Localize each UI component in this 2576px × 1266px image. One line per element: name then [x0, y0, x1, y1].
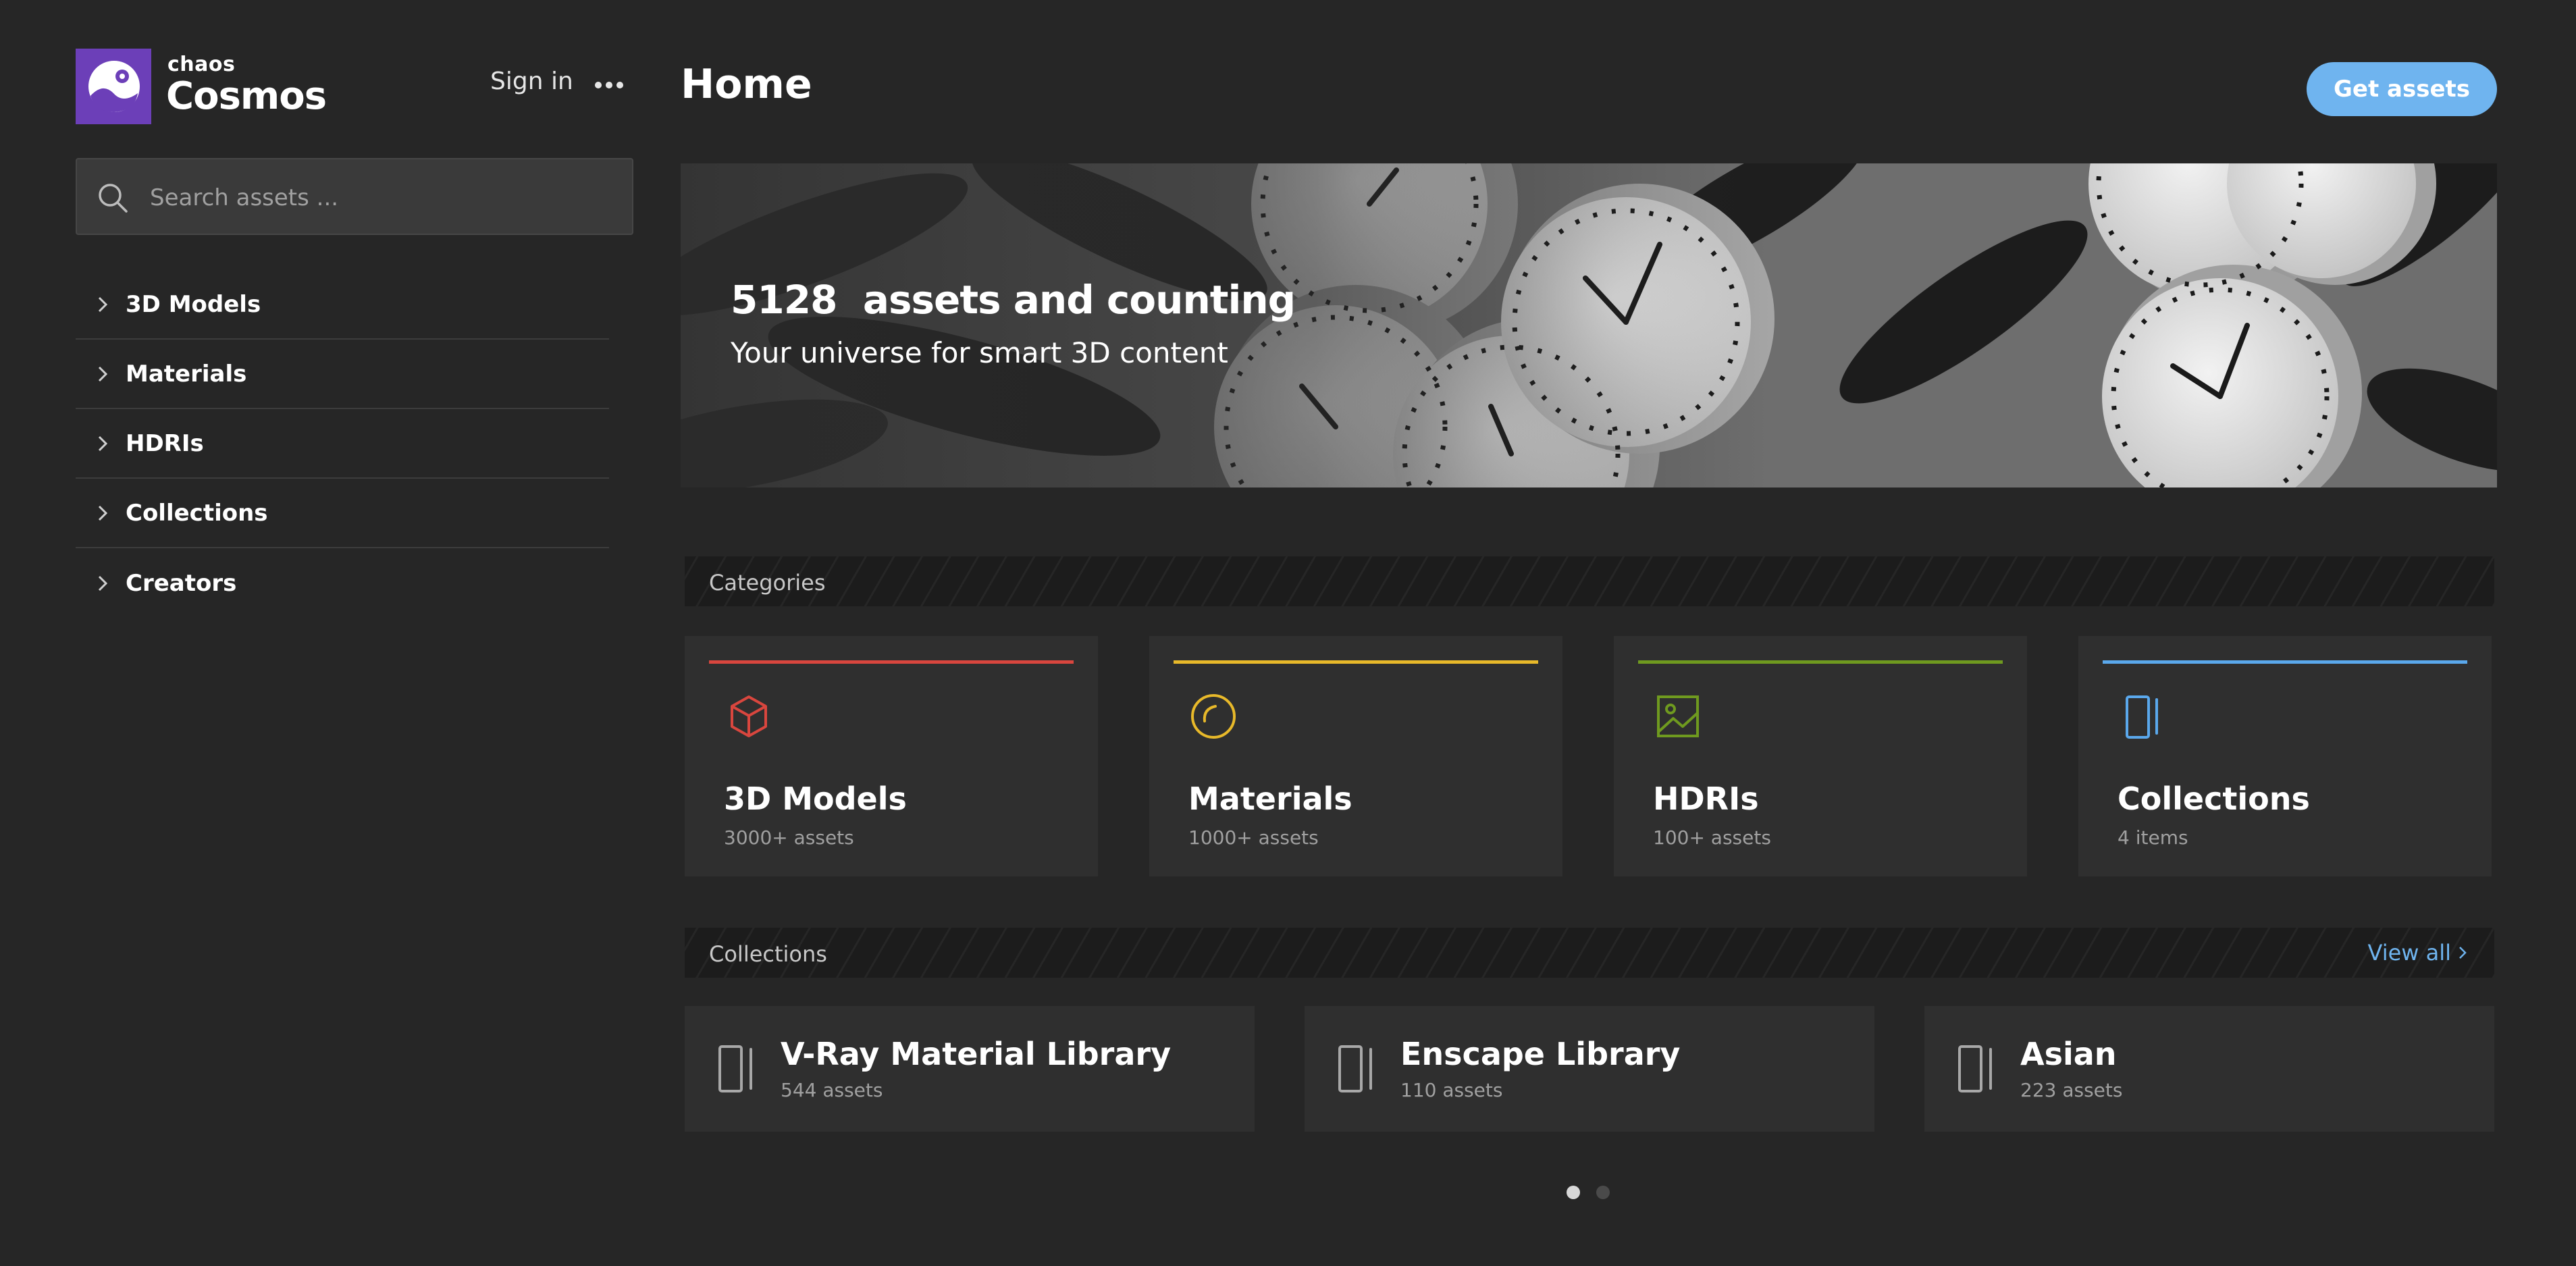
search-box: [76, 158, 633, 235]
category-title: Collections: [2118, 781, 2310, 817]
collection-title: V-Ray Material Library: [781, 1036, 1172, 1072]
sidebar-item-collections[interactable]: Collections: [76, 479, 609, 548]
collection-count: 223 assets: [2020, 1079, 2123, 1101]
collection-card-vray-material-library[interactable]: V-Ray Material Library 544 assets: [685, 1006, 1255, 1132]
pagination-dot-1[interactable]: [1567, 1186, 1580, 1199]
carousel-pagination: [1567, 1186, 1610, 1199]
chevron-right-icon: [2459, 947, 2467, 959]
more-horizontal-icon: [595, 82, 623, 88]
sidebar-item-creators[interactable]: Creators: [76, 548, 609, 618]
collections-header: Collections View all: [685, 928, 2494, 978]
collection-count: 544 assets: [781, 1079, 883, 1101]
category-title: 3D Models: [724, 781, 907, 817]
collection-card-enscape-library[interactable]: Enscape Library 110 assets: [1305, 1006, 1874, 1132]
chevron-right-icon: [98, 366, 108, 381]
category-card-3d-models[interactable]: 3D Models 3000+ assets: [685, 636, 1098, 876]
category-accent-line: [2103, 660, 2467, 664]
chevron-right-icon: [98, 296, 108, 312]
sign-in-link[interactable]: Sign in: [490, 68, 573, 95]
category-title: Materials: [1188, 781, 1352, 817]
sidebar-item-label: Materials: [126, 360, 247, 388]
collection-icon: [718, 1045, 752, 1092]
category-card-materials[interactable]: Materials 1000+ assets: [1149, 636, 1562, 876]
category-count: 4 items: [2118, 826, 2188, 849]
hero-asset-count: 5128 assets and counting: [731, 277, 1296, 323]
view-all-link[interactable]: View all: [2368, 940, 2468, 966]
chevron-right-icon: [98, 436, 108, 451]
collection-title: Enscape Library: [1400, 1036, 1681, 1072]
category-count: 3000+ assets: [724, 826, 854, 849]
sidebar-item-label: Creators: [126, 569, 237, 597]
collection-icon: [1958, 1045, 1992, 1092]
image-icon: [1657, 695, 1699, 737]
sidebar-item-label: Collections: [126, 499, 268, 527]
sidebar-item-3d-models[interactable]: 3D Models: [76, 270, 609, 340]
collection-title: Asian: [2020, 1036, 2117, 1072]
collection-icon: [2126, 695, 2158, 739]
sidebar-item-hdris[interactable]: HDRIs: [76, 409, 609, 479]
search-icon: [99, 184, 128, 213]
category-accent-line: [1174, 660, 1538, 664]
page-title: Home: [681, 61, 812, 108]
category-count: 1000+ assets: [1188, 826, 1319, 849]
category-accent-line: [709, 660, 1074, 664]
sidebar-item-materials[interactable]: Materials: [76, 340, 609, 409]
material-sphere-icon: [1191, 694, 1236, 739]
get-assets-button[interactable]: Get assets: [2307, 62, 2497, 116]
chevron-right-icon: [98, 575, 108, 591]
category-accent-line: [1638, 660, 2003, 664]
section-title: Categories: [709, 570, 826, 596]
collection-count: 110 assets: [1400, 1079, 1503, 1101]
brand-name: chaos: [167, 53, 236, 76]
pagination-dot-2[interactable]: [1596, 1186, 1610, 1199]
category-card-hdris[interactable]: HDRIs 100+ assets: [1614, 636, 2027, 876]
category-title: HDRIs: [1653, 781, 1759, 817]
category-card-collections[interactable]: Collections 4 items: [2078, 636, 2492, 876]
sidebar-nav: 3D Models Materials HDRIs Collections Cr…: [76, 270, 609, 618]
hero-background-image: [681, 163, 2497, 487]
hero-count-number: 5128: [731, 277, 837, 323]
chevron-right-icon: [98, 505, 108, 521]
categories-header: Categories: [685, 556, 2494, 606]
cosmos-logo-icon[interactable]: [76, 49, 151, 124]
collection-card-asian[interactable]: Asian 223 assets: [1924, 1006, 2494, 1132]
product-name: Cosmos: [166, 74, 327, 118]
hero-subtitle: Your universe for smart 3D content: [731, 336, 1228, 369]
sidebar-item-label: HDRIs: [126, 429, 204, 457]
collection-icon: [1338, 1045, 1372, 1092]
view-all-label: View all: [2367, 940, 2452, 966]
app-root: chaos Cosmos Sign in 3D Models: [0, 0, 2576, 1266]
sidebar-item-label: 3D Models: [126, 290, 261, 318]
more-options-button[interactable]: [592, 68, 627, 103]
cube-icon: [731, 695, 767, 737]
hero-count-suffix: assets and counting: [862, 277, 1296, 323]
category-count: 100+ assets: [1653, 826, 1771, 849]
section-title: Collections: [709, 941, 827, 967]
hero-banner: 5128 assets and counting Your universe f…: [681, 163, 2497, 487]
logo-row: chaos Cosmos Sign in: [76, 49, 633, 124]
search-input[interactable]: [150, 174, 616, 221]
